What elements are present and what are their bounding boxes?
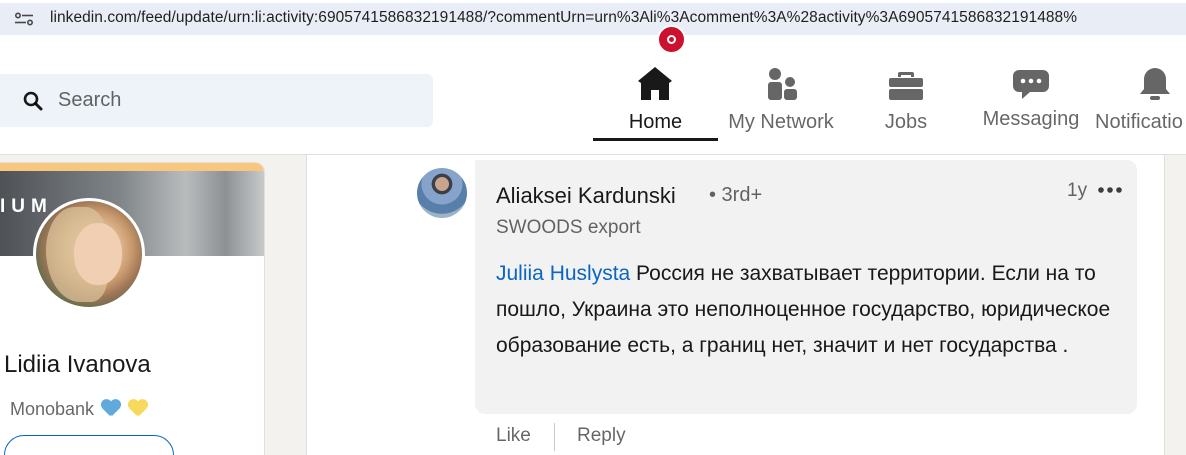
browser-address-bar: linkedin.com/feed/update/urn:li:activity… [0,0,1186,38]
profile-name[interactable]: Lidiia Ivanova [4,351,151,379]
notification-badge [657,25,686,54]
nav-home[interactable]: Home [593,64,718,154]
nav-notifications[interactable]: Notificatio [1095,64,1186,154]
search-placeholder: Search [58,89,122,111]
site-info-icon[interactable] [14,12,34,26]
profile-action-button[interactable] [4,435,174,455]
active-tab-indicator [593,138,718,141]
search-input[interactable]: Search [0,74,433,127]
nav-home-label: Home [628,111,683,133]
search-icon [23,91,43,111]
bell-icon [1140,68,1170,100]
blue-heart-icon [101,400,121,416]
nav-messaging-label: Messaging [982,108,1080,130]
avatar-face [74,223,122,285]
url-text[interactable]: linkedin.com/feed/update/urn:li:activity… [50,9,1077,27]
nav-my-network[interactable]: My Network [720,64,842,154]
home-icon [638,67,672,100]
comment-author-name[interactable]: Aliaksei Kardunski [496,183,676,209]
feed-post-card: Aliaksei Kardunski • 3rd+ 1y SWOODS expo… [306,155,1165,455]
briefcase-icon [889,72,923,100]
global-nav: Search Home My Network Jobs Messaging No… [0,38,1186,155]
more-options-icon[interactable] [1097,186,1123,194]
comment-timestamp: 1y [1067,180,1088,201]
mention-link[interactable]: Juliia Huslysta [496,262,630,285]
network-icon [768,68,797,100]
banner-text: IUM [0,196,53,217]
nav-jobs-label: Jobs [884,111,928,133]
comment-text: Juliia Huslysta Россия не захватывает те… [496,256,1116,364]
profile-headline: Monobank [10,399,95,419]
url-field[interactable]: linkedin.com/feed/update/urn:li:activity… [0,3,1186,35]
nav-notifications-label: Notificatio [1095,111,1183,133]
like-button[interactable]: Like [496,425,531,447]
chat-icon [1013,70,1049,99]
avatar[interactable] [33,198,145,310]
reply-button[interactable]: Reply [577,425,626,447]
connection-degree: • 3rd+ [709,184,763,206]
actions-divider [554,423,555,451]
profile-card: IUM Lidiia Ivanova Monobank [0,162,265,455]
comment-author-avatar[interactable] [417,168,467,218]
profile-headline-row: Monobank [10,399,148,420]
comment-bubble: Aliaksei Kardunski • 3rd+ 1y SWOODS expo… [475,160,1137,414]
nav-jobs[interactable]: Jobs [870,64,942,154]
yellow-heart-icon [128,400,148,416]
nav-messaging[interactable]: Messaging [975,64,1087,154]
comment-author-headline: SWOODS export [496,217,641,238]
premium-bar [0,163,264,171]
nav-my-network-label: My Network [728,111,834,133]
